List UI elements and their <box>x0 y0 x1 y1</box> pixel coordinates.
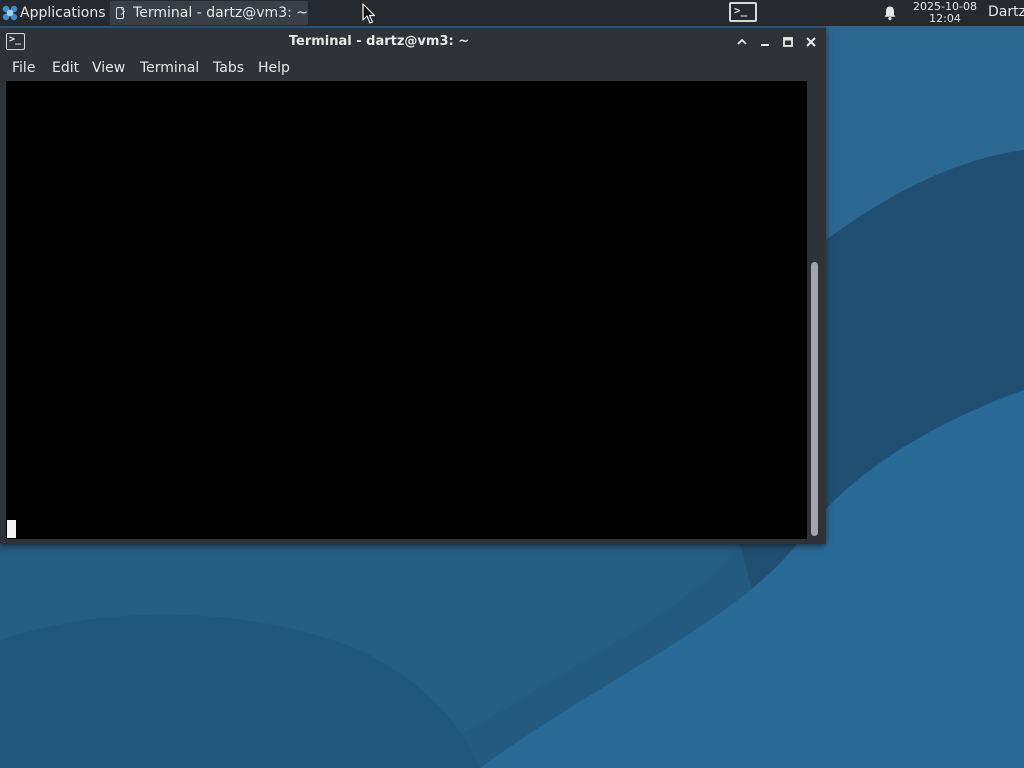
user-menu[interactable]: Dartz <box>988 0 1024 24</box>
top-panel: Applications ≡ Terminal - dartz@vm3: ~ >… <box>0 0 1024 26</box>
minimize-icon <box>761 44 769 46</box>
terminal-cursor <box>7 520 16 538</box>
shade-button[interactable] <box>734 34 750 50</box>
chevron-up-icon <box>737 38 747 45</box>
mouse-pointer-icon <box>362 3 376 24</box>
xfce-logo-icon <box>2 5 18 21</box>
terminal-output-area[interactable] <box>6 81 807 539</box>
menu-help[interactable]: Help <box>258 56 290 80</box>
applications-menu-button[interactable]: Applications ≡ <box>0 0 119 26</box>
maximize-icon <box>783 37 793 47</box>
minimize-button[interactable] <box>757 34 773 50</box>
tray-terminal-launcher[interactable]: >_ <box>729 2 757 22</box>
applications-label: Applications <box>20 5 106 21</box>
menu-bar: File Edit View Terminal Tabs Help <box>0 56 826 80</box>
window-title: Terminal - dartz@vm3: ~ <box>288 34 470 49</box>
close-button[interactable] <box>803 34 819 50</box>
terminal-icon: >_ <box>734 4 748 17</box>
maximize-button[interactable] <box>780 34 796 50</box>
menu-file[interactable]: File <box>12 56 35 80</box>
panel-clock[interactable]: 2025-10-08 12:04 <box>911 1 979 25</box>
menu-tabs[interactable]: Tabs <box>213 56 244 80</box>
terminal-scrollbar[interactable] <box>807 81 826 539</box>
terminal-icon <box>116 7 125 19</box>
menu-edit[interactable]: Edit <box>52 56 79 80</box>
terminal-window: >_ Terminal - dartz@vm3: ~ File Edit Vie… <box>0 28 826 544</box>
menu-view[interactable]: View <box>92 56 125 80</box>
window-titlebar[interactable]: >_ Terminal - dartz@vm3: ~ <box>0 28 826 56</box>
taskbar-item-terminal[interactable]: Terminal - dartz@vm3: ~ <box>110 1 308 25</box>
menu-terminal[interactable]: Terminal <box>140 56 199 80</box>
taskbar-item-label: Terminal - dartz@vm3: ~ <box>133 5 308 21</box>
close-icon <box>806 37 816 47</box>
scrollbar-thumb[interactable] <box>811 262 818 536</box>
clock-time: 12:04 <box>929 12 961 25</box>
bell-icon[interactable] <box>882 5 898 21</box>
